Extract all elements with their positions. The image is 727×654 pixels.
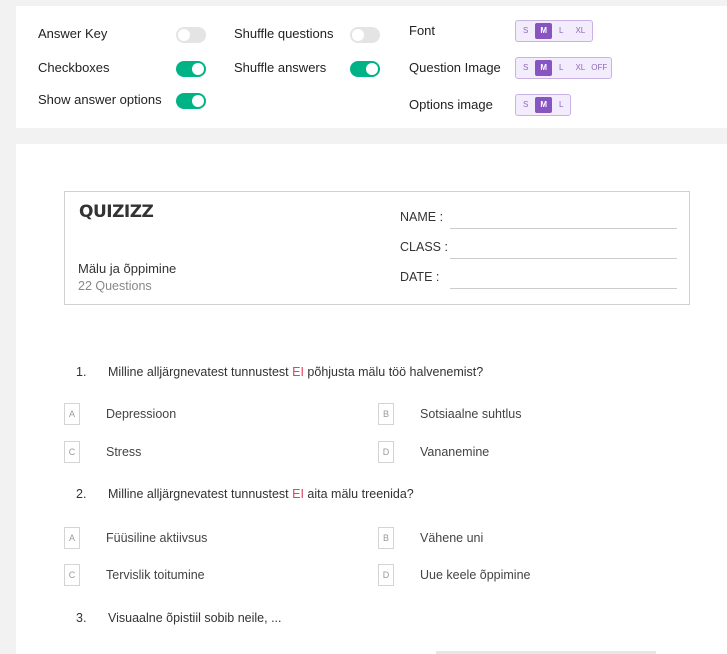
shuffle-questions-toggle[interactable] xyxy=(350,27,380,43)
question-emphasis: EI xyxy=(292,365,304,379)
font-size-xl[interactable]: XL xyxy=(570,23,590,39)
option-text: Füüsiline aktiivsus xyxy=(106,531,208,545)
option-letter: C xyxy=(64,441,80,463)
option-letter: A xyxy=(64,527,80,549)
toggle-knob xyxy=(192,63,204,75)
answer-key-toggle[interactable] xyxy=(176,27,206,43)
worksheet-preview: QUIZIZZ Mälu ja õppimine 22 Questions NA… xyxy=(16,144,727,654)
option-letter: C xyxy=(64,564,80,586)
name-line xyxy=(450,228,677,229)
shuffle-questions-label: Shuffle questions xyxy=(234,26,334,41)
checkboxes-toggle[interactable] xyxy=(176,61,206,77)
option-text: Tervislik toitumine xyxy=(106,568,205,582)
quiz-title: Mälu ja õppimine xyxy=(78,261,177,276)
q1-option-c: C Stress xyxy=(64,441,141,463)
q2-option-c: C Tervislik toitumine xyxy=(64,564,205,586)
toggle-knob xyxy=(178,29,190,41)
q1-option-b: B Sotsiaalne suhtlus xyxy=(378,403,521,425)
show-answer-options-toggle[interactable] xyxy=(176,93,206,109)
font-size-selector: S M L XL xyxy=(515,20,594,42)
question-image-size-l[interactable]: L xyxy=(554,60,568,76)
option-text: Sotsiaalne suhtlus xyxy=(420,407,522,421)
question-1: 1. Milline alljärgnevatest tunnustest EI… xyxy=(76,365,483,379)
question-text: Milline alljärgnevatest tunnustest EI põ… xyxy=(108,365,483,379)
q1-option-d: D Vananemine xyxy=(378,441,489,463)
question-text: Visuaalne õpistiil sobib neile, ... xyxy=(108,611,282,625)
options-image-size-m[interactable]: M xyxy=(535,97,553,113)
option-letter: B xyxy=(378,403,394,425)
question-text: Milline alljärgnevatest tunnustest EI ai… xyxy=(108,487,414,501)
option-letter: D xyxy=(378,564,394,586)
question-text-part: põhjusta mälu töö halvenemist? xyxy=(303,365,484,379)
question-number: 3. xyxy=(76,611,87,625)
class-line xyxy=(450,258,677,259)
question-number: 2. xyxy=(76,487,87,501)
font-label: Font xyxy=(409,23,436,38)
answer-key-label: Answer Key xyxy=(38,26,108,41)
question-image-size-m[interactable]: M xyxy=(535,60,553,76)
font-size-s[interactable]: S xyxy=(518,23,533,39)
checkboxes-label: Checkboxes xyxy=(38,60,110,75)
show-answer-options-label: Show answer options xyxy=(38,92,162,107)
date-line xyxy=(450,288,677,289)
date-label: DATE : xyxy=(400,270,440,284)
question-text-part: aita mälu treenida? xyxy=(303,487,414,501)
question-image-label: Question Image xyxy=(409,60,501,75)
question-text-part: Milline alljärgnevatest tunnustest xyxy=(108,487,293,501)
option-letter: D xyxy=(378,441,394,463)
question-count: 22 Questions xyxy=(78,279,152,293)
question-3: 3. Visuaalne õpistiil sobib neile, ... xyxy=(76,611,282,625)
question-number: 1. xyxy=(76,365,87,379)
shuffle-answers-toggle[interactable] xyxy=(350,61,380,77)
q2-option-b: B Vähene uni xyxy=(378,527,483,549)
question-2: 2. Milline alljärgnevatest tunnustest EI… xyxy=(76,487,414,501)
options-image-size-l[interactable]: L xyxy=(554,97,568,113)
name-label: NAME : xyxy=(400,210,444,224)
question-text-part: Milline alljärgnevatest tunnustest xyxy=(108,365,293,379)
question-image-size-off[interactable]: OFF xyxy=(589,60,609,76)
shuffle-answers-label: Shuffle answers xyxy=(234,60,327,75)
toggle-knob xyxy=(352,29,364,41)
option-text: Depressioon xyxy=(106,407,177,421)
question-image-size-xl[interactable]: XL xyxy=(570,60,587,76)
toggle-knob xyxy=(192,95,204,107)
options-image-size-s[interactable]: S xyxy=(518,97,533,113)
question-image-size-selector: S M L XL OFF xyxy=(515,57,613,79)
option-letter: A xyxy=(64,403,80,425)
option-text: Vähene uni xyxy=(420,531,484,545)
q1-option-a: A Depressioon xyxy=(64,403,176,425)
worksheet-header: QUIZIZZ Mälu ja õppimine 22 Questions NA… xyxy=(64,191,690,305)
options-image-size-selector: S M L xyxy=(515,94,572,116)
quizizz-logo: QUIZIZZ xyxy=(79,202,154,222)
print-settings-panel: Answer Key Checkboxes Show answer option… xyxy=(16,6,727,128)
option-text: Vananemine xyxy=(420,445,490,459)
font-size-l[interactable]: L xyxy=(554,23,568,39)
toggle-knob xyxy=(366,63,378,75)
q2-option-a: A Füüsiline aktiivsus xyxy=(64,527,207,549)
class-label: CLASS : xyxy=(400,240,448,254)
option-letter: B xyxy=(378,527,394,549)
options-image-label: Options image xyxy=(409,97,493,112)
q2-option-d: D Uue keele õppimine xyxy=(378,564,531,586)
font-size-m[interactable]: M xyxy=(535,23,553,39)
question-emphasis: EI xyxy=(292,487,304,501)
option-text: Uue keele õppimine xyxy=(420,568,531,582)
option-text: Stress xyxy=(106,445,142,459)
question-image-size-s[interactable]: S xyxy=(518,60,533,76)
